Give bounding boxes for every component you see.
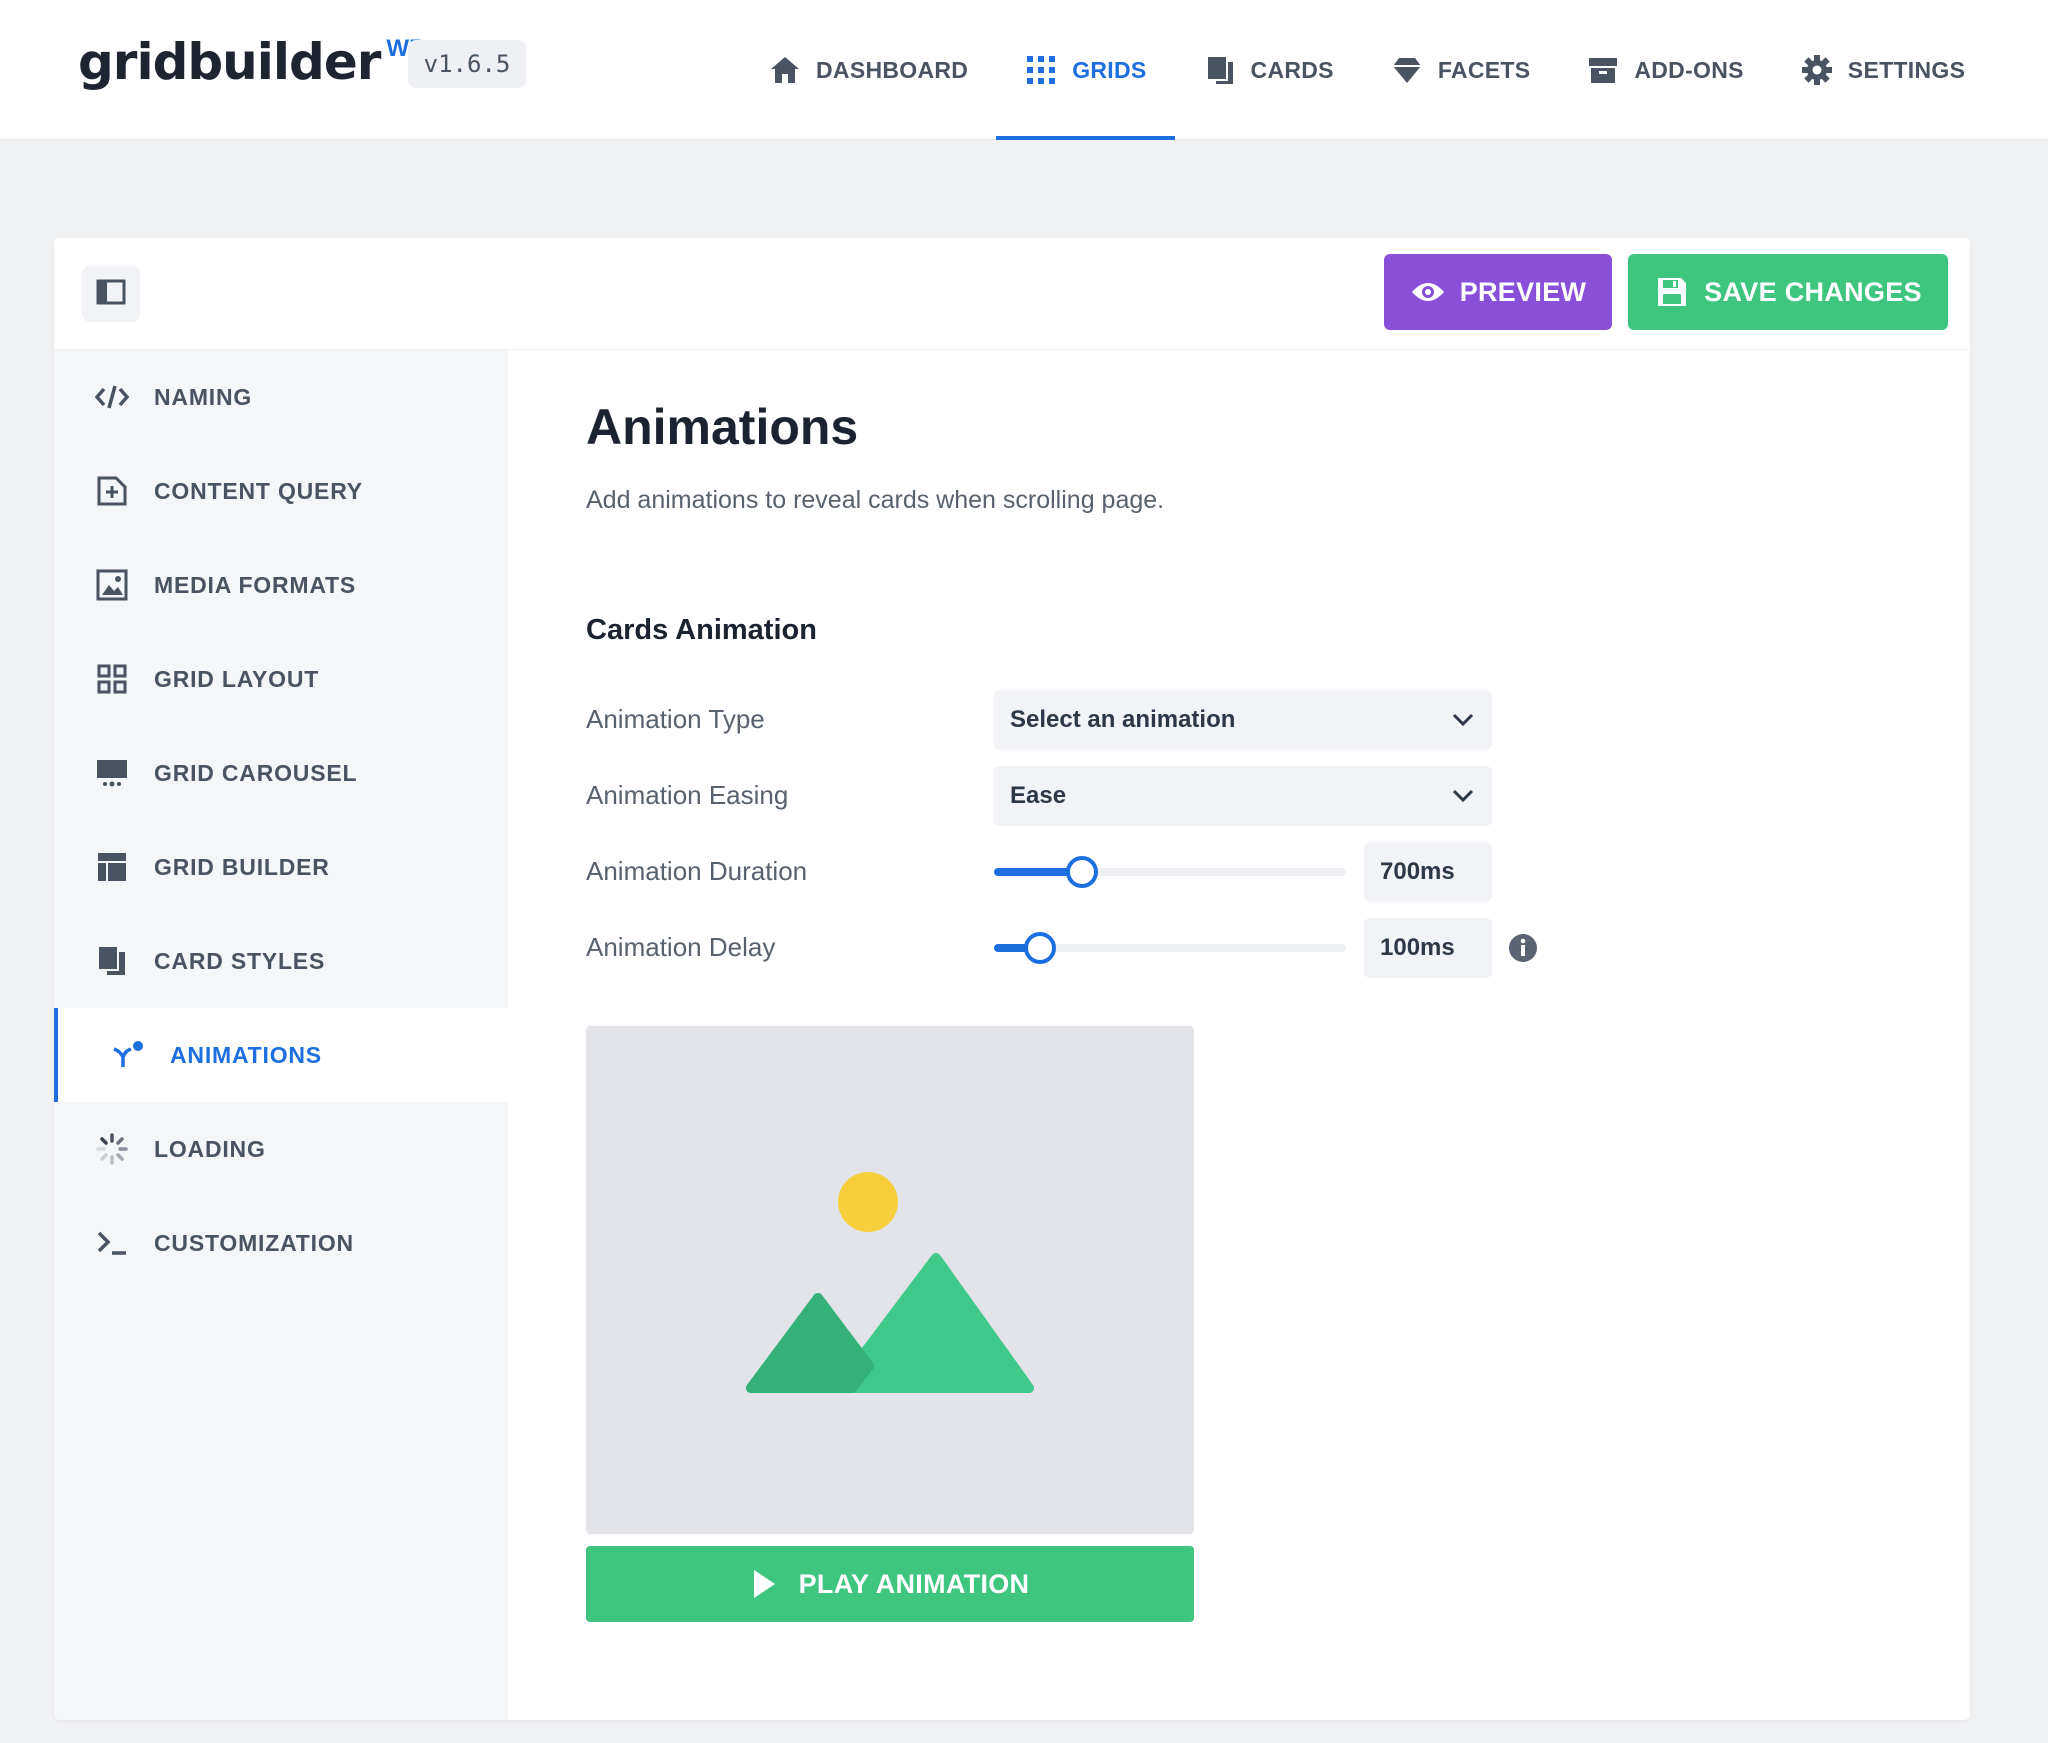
nav-label: GRIDS <box>1072 56 1147 83</box>
terminal-icon <box>94 1225 130 1261</box>
sidebar-item-media-formats[interactable]: MEDIA FORMATS <box>54 538 508 632</box>
diamond-icon <box>1390 53 1424 87</box>
animation-type-label: Animation Type <box>586 704 765 734</box>
spinner-icon <box>94 1131 130 1167</box>
folder-plus-icon <box>94 473 130 509</box>
nav-label: DASHBOARD <box>816 56 969 83</box>
nav-grids[interactable]: GRIDS <box>996 0 1175 140</box>
sidebar-item-label: CONTENT QUERY <box>154 477 363 504</box>
save-changes-label: SAVE CHANGES <box>1704 276 1922 307</box>
cards-icon <box>1203 53 1237 87</box>
main-nav: DASHBOARD GRIDS CARDS FACETS ADD-ONS SET… <box>740 0 1993 140</box>
play-animation-button[interactable]: PLAY ANIMATION <box>586 1546 1194 1622</box>
animation-easing-value: Ease <box>1010 782 1067 809</box>
grid-dots-icon <box>1024 53 1058 87</box>
sidebar-item-label: GRID BUILDER <box>154 853 330 880</box>
sidebar-toggle-icon <box>96 279 126 310</box>
play-animation-label: PLAY ANIMATION <box>798 1568 1030 1599</box>
image-icon <box>94 567 130 603</box>
floppy-disk-icon <box>1654 274 1690 310</box>
nav-settings[interactable]: SETTINGS <box>1772 0 1993 140</box>
preview-button[interactable]: PREVIEW <box>1384 254 1612 330</box>
sidebar-item-card-styles[interactable]: CARD STYLES <box>54 914 508 1008</box>
info-icon[interactable] <box>1508 933 1538 963</box>
panel-toolbar: PREVIEW SAVE CHANGES <box>54 238 1970 350</box>
sidebar-item-label: CARD STYLES <box>154 947 326 974</box>
sidebar-item-label: MEDIA FORMATS <box>154 571 357 598</box>
animation-icon <box>110 1037 146 1073</box>
version-badge: v1.6.5 <box>408 40 526 88</box>
animation-duration-label: Animation Duration <box>586 856 808 886</box>
sidebar-item-naming[interactable]: NAMING <box>54 350 508 444</box>
page-description: Add animations to reveal cards when scro… <box>586 486 1165 514</box>
code-icon <box>94 379 130 415</box>
sidebar-item-loading[interactable]: LOADING <box>54 1102 508 1196</box>
slider-handle[interactable] <box>1066 856 1098 888</box>
eye-icon <box>1410 274 1446 310</box>
sidebar-item-label: LOADING <box>154 1135 266 1162</box>
nav-facets[interactable]: FACETS <box>1362 0 1559 140</box>
sidebar-item-label: GRID CAROUSEL <box>154 759 358 786</box>
sidebar-item-label: ANIMATIONS <box>170 1041 322 1068</box>
image-placeholder-icon <box>746 1172 1034 1393</box>
animations-settings: Animations Add animations to reveal card… <box>508 350 1970 1720</box>
sidebar-item-grid-builder[interactable]: GRID BUILDER <box>54 820 508 914</box>
chevron-down-icon <box>1452 782 1474 810</box>
page-title: Animations <box>586 399 859 455</box>
editor-panel: PREVIEW SAVE CHANGES NAMING CONTENT QUER… <box>54 238 1970 1720</box>
layout-grid-icon <box>94 661 130 697</box>
chevron-down-icon <box>1452 706 1474 734</box>
animation-type-select[interactable]: Select an animation <box>994 690 1492 750</box>
save-changes-button[interactable]: SAVE CHANGES <box>1628 254 1948 330</box>
animation-type-value: Select an animation <box>1010 706 1236 733</box>
card-styles-icon <box>94 943 130 979</box>
nav-label: CARDS <box>1250 56 1334 83</box>
sidebar-item-animations[interactable]: ANIMATIONS <box>54 1008 508 1102</box>
animation-easing-select[interactable]: Ease <box>994 766 1492 826</box>
sidebar-toggle-button[interactable] <box>82 266 140 322</box>
animation-delay-slider[interactable] <box>994 918 1346 978</box>
sidebar-item-label: NAMING <box>154 383 253 410</box>
animation-easing-label: Animation Easing <box>586 780 789 810</box>
settings-sidebar: NAMING CONTENT QUERY MEDIA FORMATS GRID … <box>54 350 508 1720</box>
nav-addons[interactable]: ADD-ONS <box>1558 0 1771 140</box>
archive-icon <box>1586 53 1620 87</box>
nav-label: ADD-ONS <box>1634 56 1744 83</box>
gear-icon <box>1800 53 1834 87</box>
sidebar-item-grid-layout[interactable]: GRID LAYOUT <box>54 632 508 726</box>
play-icon <box>751 1568 781 1600</box>
nav-cards[interactable]: CARDS <box>1175 0 1362 140</box>
top-bar: gridbuilder WP v1.6.5 DASHBOARD GRIDS CA… <box>0 0 2048 140</box>
sidebar-item-content-query[interactable]: CONTENT QUERY <box>54 444 508 538</box>
animation-delay-label: Animation Delay <box>586 932 776 962</box>
nav-label: FACETS <box>1437 56 1531 83</box>
nav-dashboard[interactable]: DASHBOARD <box>740 0 996 140</box>
home-icon <box>768 53 802 87</box>
preview-label: PREVIEW <box>1459 276 1587 307</box>
nav-label: SETTINGS <box>1847 56 1966 83</box>
animation-delay-value[interactable]: 100ms <box>1364 918 1492 978</box>
sidebar-item-customization[interactable]: CUSTOMIZATION <box>54 1196 508 1290</box>
animation-preview <box>586 1026 1194 1534</box>
animation-duration-value[interactable]: 700ms <box>1364 842 1492 902</box>
sidebar-item-label: GRID LAYOUT <box>154 665 320 692</box>
section-title: Cards Animation <box>586 614 817 646</box>
sidebar-item-label: CUSTOMIZATION <box>154 1229 354 1256</box>
slider-handle[interactable] <box>1023 932 1056 964</box>
logo[interactable]: gridbuilder WP <box>78 30 425 100</box>
sidebar-item-grid-carousel[interactable]: GRID CAROUSEL <box>54 726 508 820</box>
animation-duration-slider[interactable] <box>994 842 1346 902</box>
builder-icon <box>94 849 130 885</box>
logo-text: gridbuilder <box>78 33 381 91</box>
carousel-icon <box>94 755 130 791</box>
